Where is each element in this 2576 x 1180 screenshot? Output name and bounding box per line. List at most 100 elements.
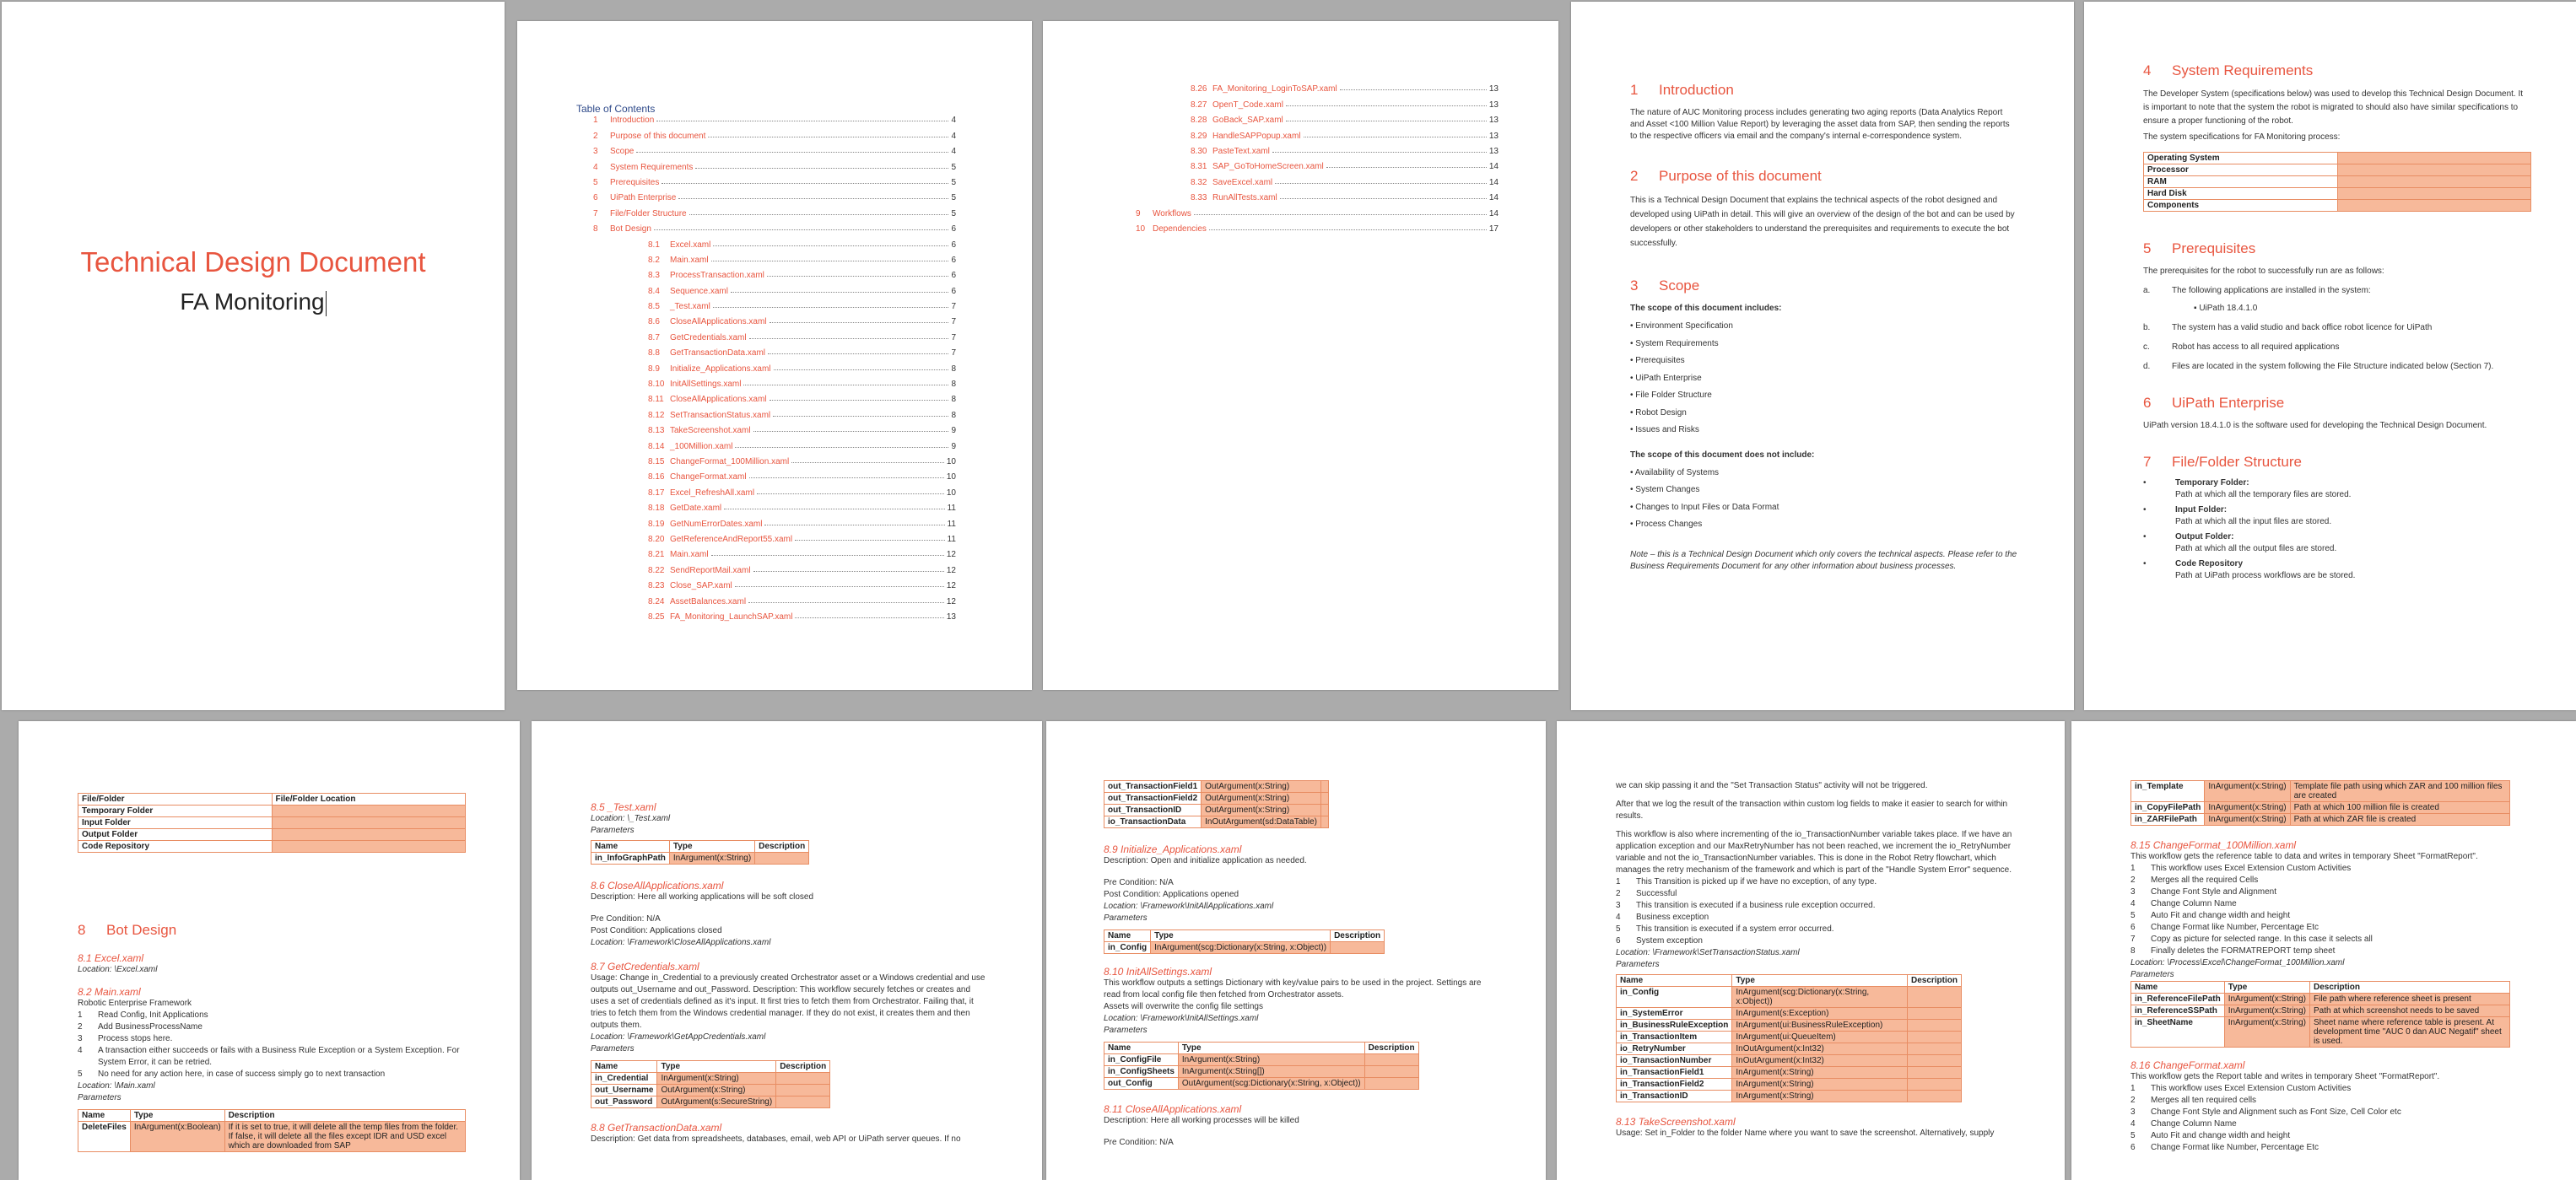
initialize-description: Description: Open and initialize applica…: [1104, 856, 1307, 865]
toc-page-number: 13: [1488, 116, 1499, 126]
document-subtitle[interactable]: FA Monitoring: [2, 288, 505, 316]
toc-entry[interactable]: 8.7 GetCredentials.xaml 7: [576, 326, 956, 342]
toc-entry[interactable]: 8.15 ChangeFormat_100Million.xaml 10: [576, 451, 956, 466]
prereq-subitem: ▪ UiPath 18.4.1.0: [2194, 304, 2258, 313]
toc-entry[interactable]: 9 Workflows 14: [1119, 202, 1499, 218]
heading-excel-xaml: 8.1 Excel.xaml: [78, 952, 144, 964]
spec-label: Components: [2143, 199, 2338, 212]
toc-entry[interactable]: 8.8 GetTransactionData.xaml 7: [576, 342, 956, 358]
list-item: 6 System exception: [1616, 936, 1703, 946]
toc-entry[interactable]: 8.1 Excel.xaml 6: [576, 234, 956, 250]
toc-entry[interactable]: 8.4 Sequence.xaml 6: [576, 280, 956, 296]
toc-entry-label: 8.20 GetReferenceAndReport55.xaml: [648, 534, 793, 544]
toc-entry-label: 8.8 GetTransactionData.xaml: [648, 348, 766, 358]
param-name: in_Template: [2130, 780, 2206, 802]
toc-entry[interactable]: 8.29 HandleSAPPopup.xaml 13: [1119, 125, 1499, 141]
toc-dot-leader: [734, 586, 944, 588]
folder-item: • Code Repository Path at UiPath process w…: [2143, 559, 2356, 580]
toc-page-number: 5: [951, 193, 956, 203]
toc-page-number: 8: [951, 410, 956, 420]
toc-entry[interactable]: 8.6 CloseAllApplications.xaml 7: [576, 311, 956, 326]
toc-entry[interactable]: 8.28 GoBack_SAP.xaml 13: [1119, 110, 1499, 125]
folder-item-text: Path at which all the input files are st…: [2175, 517, 2332, 526]
toc-entry[interactable]: 7 File/Folder Structure 5: [576, 202, 956, 218]
toc-entry-label: 8.29 HandleSAPPopup.xaml: [1191, 131, 1301, 141]
param-description: [1906, 1007, 1963, 1020]
folder-location: [271, 840, 466, 853]
param-name: in_TransactionID: [1615, 1090, 1733, 1102]
toc-entry[interactable]: 8.10 InitAllSettings.xaml 8: [576, 374, 956, 389]
toc-entry[interactable]: 8.21 Main.xaml 12: [576, 544, 956, 559]
param-description: Path at which ZAR file is created: [2289, 813, 2511, 826]
toc-entry-label: 1 Introduction: [593, 116, 655, 126]
param-description: [1320, 792, 1329, 805]
page-workflows-1: 8.5 _Test.xaml Location: \_Test.xaml Par…: [532, 721, 1042, 1180]
toc-page-number: 7: [951, 332, 956, 342]
toc-entry[interactable]: 8.12 SetTransactionStatus.xaml 8: [576, 404, 956, 420]
toc-entry[interactable]: 8.17 Excel_RefreshAll.xaml 10: [576, 482, 956, 498]
toc-entry[interactable]: 8.31 SAP_GoToHomeScreen.xaml 14: [1119, 156, 1499, 171]
heading-purpose: 2 Purpose of this document: [1630, 168, 1822, 184]
col-type: Type: [129, 1109, 225, 1122]
toc-page-number: 6: [951, 255, 956, 265]
changeformat-100million-location: Location: \Process\Excel\ChangeFormat_10…: [2130, 958, 2345, 967]
toc-entry[interactable]: 6 UiPath Enterprise 5: [576, 187, 956, 202]
toc-entry[interactable]: 8.14 _100Million.xaml 9: [576, 435, 956, 451]
list-item: 4 Business exception: [1616, 913, 1709, 922]
toc-entry[interactable]: 8.32 SaveExcel.xaml 14: [1119, 171, 1499, 187]
toc-entry-label: 8.1 Excel.xaml: [648, 240, 711, 250]
main-steps-list: 1 Read Config, Init Applications 2 Add Busi…: [78, 1010, 483, 1080]
toc-entry[interactable]: 8.5 _Test.xaml 7: [576, 296, 956, 311]
toc-entry[interactable]: 8.18 GetDate.xaml 11: [576, 498, 956, 513]
toc-entry[interactable]: 8.11 CloseAllApplications.xaml 8: [576, 389, 956, 404]
toc-entry[interactable]: 10 Dependencies 17: [1119, 218, 1499, 234]
toc-entry[interactable]: 8.24 AssetBalances.xaml 12: [576, 590, 956, 606]
toc-entry[interactable]: 4 System Requirements 5: [576, 156, 956, 172]
toc-entry[interactable]: 1 Introduction 4: [576, 110, 956, 125]
param-type: InOutArgument(x:Int32): [1731, 1043, 1908, 1055]
initallsettings-parameters-table: Name Type Description in_ConfigFile InArgume…: [1104, 1042, 1419, 1090]
toc-entry[interactable]: 5 Prerequisites 5: [576, 172, 956, 187]
toc-page-number: 9: [951, 426, 956, 436]
toc-page-number: 14: [1488, 193, 1499, 203]
param-name: in_TransactionField1: [1615, 1066, 1733, 1079]
toc-dot-leader: [757, 493, 944, 494]
toc-entry[interactable]: 8 Bot Design 6: [576, 218, 956, 234]
sysreq-paragraph-2: The system specifications for FA Monitor…: [2143, 132, 2341, 142]
table-row: DeleteFiles InArgument(x:Boolean) If it is…: [78, 1121, 467, 1152]
toc-entry-label: 8.26 FA_Monitoring_LoginToSAP.xaml: [1191, 84, 1337, 94]
bot-design-section: File/Folder File/Folder Location Temporary…: [78, 793, 483, 1152]
table-row: in_SystemError InArgument(s:Exception): [1615, 1007, 1963, 1020]
closeallapplications-description: Description: Here all working processes …: [1104, 1116, 1299, 1125]
toc-list: 1 Introduction 4 2 Purpose of this document 4…: [576, 110, 956, 622]
toc-entry[interactable]: 8.2 Main.xaml 6: [576, 250, 956, 265]
toc-entry[interactable]: 2 Purpose of this document 4: [576, 125, 956, 141]
toc-entry[interactable]: 8.3 ProcessTransaction.xaml 6: [576, 265, 956, 280]
toc-entry[interactable]: 8.33 RunAllTests.xaml 14: [1119, 187, 1499, 202]
bullet-item: • Robot Design: [1630, 407, 1687, 418]
toc-entry[interactable]: 8.30 PasteText.xaml 13: [1119, 141, 1499, 156]
toc-entry[interactable]: 8.16 ChangeFormat.xaml 10: [576, 466, 956, 482]
toc-entry[interactable]: 8.19 GetNumErrorDates.xaml 11: [576, 513, 956, 529]
param-name: in_ZARFilePath: [2130, 813, 2206, 826]
param-description: [775, 1084, 831, 1096]
transaction-data-table: out_TransactionField1 OutArgument(x:Strin…: [1103, 780, 1329, 828]
toc-entry[interactable]: 8.27 OpenT_Code.xaml 13: [1119, 94, 1499, 110]
column-header: File/Folder Location: [271, 793, 466, 806]
toc-entry[interactable]: 8.9 Initialize_Applications.xaml 8: [576, 358, 956, 374]
toc-page-number: 8: [951, 380, 956, 390]
toc-entry[interactable]: 8.20 GetReferenceAndReport55.xaml 11: [576, 529, 956, 544]
toc-entry[interactable]: 8.13 TakeScreenshot.xaml 9: [576, 420, 956, 435]
toc-dot-leader: [689, 213, 949, 215]
toc-dot-leader: [662, 182, 949, 184]
table-row: Hard Disk: [2143, 187, 2531, 200]
param-name: in_BusinessRuleException: [1615, 1019, 1733, 1032]
toc-entry[interactable]: 8.25 FA_Monitoring_LaunchSAP.xaml 13: [576, 606, 956, 622]
toc-entry[interactable]: 8.23 Close_SAP.xaml 12: [576, 575, 956, 590]
toc-entry[interactable]: 3 Scope 4: [576, 141, 956, 156]
toc-entry-label: 5 Prerequisites: [593, 177, 660, 187]
toc-entry[interactable]: 8.22 SendReportMail.xaml 12: [576, 559, 956, 575]
initialize-parameters-table: Name Type Description in_Config InArgument(…: [1103, 929, 1385, 954]
toc-entry[interactable]: 8.26 FA_Monitoring_LoginToSAP.xaml 13: [1119, 78, 1499, 94]
column-header: Type: [656, 1060, 777, 1073]
